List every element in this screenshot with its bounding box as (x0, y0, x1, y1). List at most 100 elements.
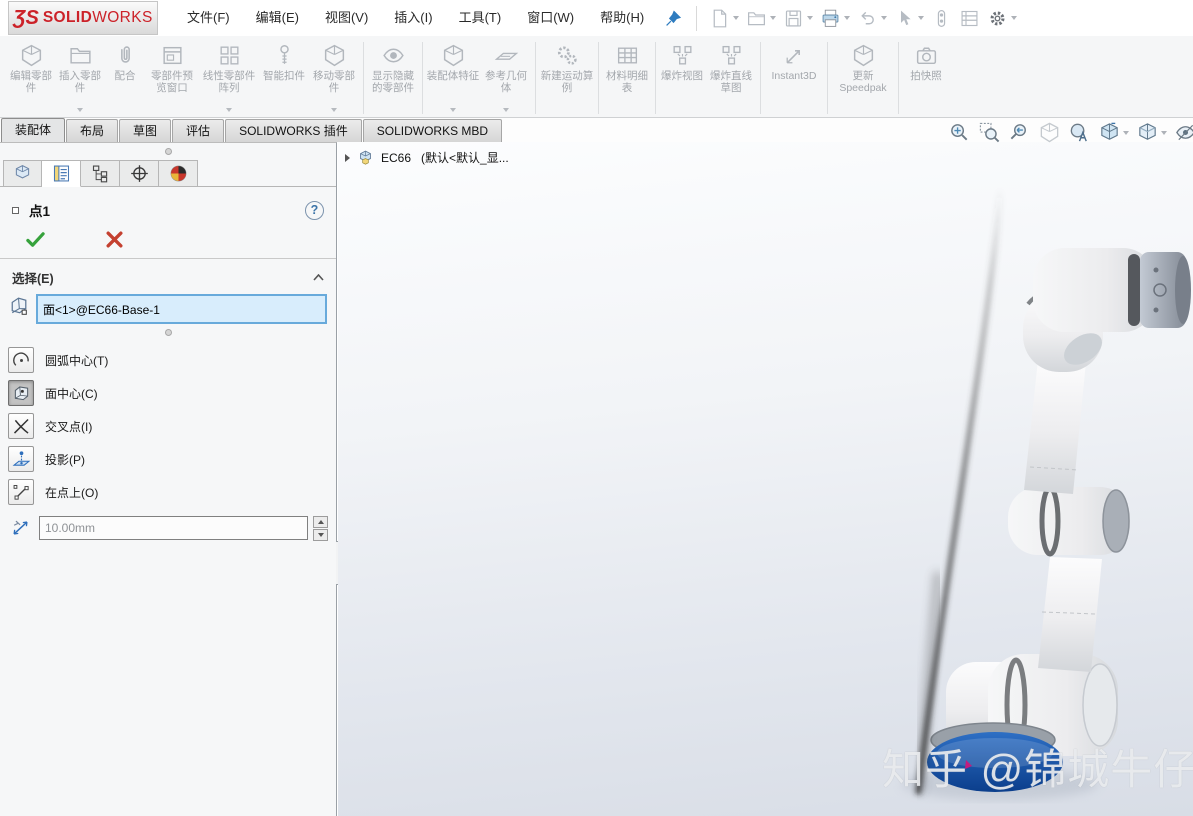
chevron-down-icon (331, 108, 337, 112)
robot-arm-model[interactable] (338, 142, 1193, 816)
featuremanager-tab[interactable] (3, 160, 42, 187)
cancel-button[interactable] (105, 230, 124, 249)
new-document-button[interactable] (709, 8, 740, 29)
selection-item[interactable]: 面<1>@EC66-Base-1 (43, 301, 160, 318)
menu-window[interactable]: 窗口(W) (514, 0, 587, 36)
view-orientation-button[interactable] (1098, 121, 1129, 144)
button-label: 爆炸直线草图 (710, 70, 752, 95)
menu-insert[interactable]: 插入(I) (381, 0, 445, 36)
button-label: 爆炸视图 (661, 70, 703, 82)
ok-button[interactable] (26, 230, 45, 249)
intersection-button[interactable] (8, 413, 34, 439)
assembly-document-icon (360, 150, 371, 165)
insert-component-button[interactable]: 插入零部件 (56, 39, 104, 117)
display-beachball-icon (170, 165, 186, 182)
tab-solidworks-mbd[interactable]: SOLIDWORKS MBD (362, 119, 503, 142)
instant3d-button[interactable]: Instant3D (764, 39, 824, 117)
edit-appearance-button[interactable] (1068, 121, 1091, 144)
select-button[interactable] (894, 8, 925, 29)
undo-button[interactable] (857, 8, 888, 29)
assembly-features-button[interactable]: 装配体特征 (426, 39, 480, 117)
explode-line-sketch-button[interactable]: 爆炸直线草图 (705, 39, 757, 117)
display-style-button[interactable] (1136, 121, 1167, 144)
save-button[interactable] (783, 8, 814, 29)
spinner-down-button[interactable] (313, 528, 328, 541)
component-preview-window-button[interactable]: 零部件预览窗口 (146, 39, 198, 117)
open-button[interactable] (746, 8, 777, 29)
dimxpertmanager-tab[interactable] (120, 160, 159, 187)
menu-edit[interactable]: 编辑(E) (243, 0, 312, 36)
spinner-up-button[interactable] (313, 515, 328, 528)
chevron-down-icon (77, 108, 83, 112)
tab-solidworks-addins[interactable]: SOLIDWORKS 插件 (225, 119, 362, 142)
forearm-link[interactable] (1024, 360, 1086, 494)
reference-geometry-button[interactable]: 参考几何体 (480, 39, 532, 117)
menu-file[interactable]: 文件(F) (174, 0, 243, 36)
panel-splitter-handle[interactable] (164, 148, 172, 155)
smart-fasteners-button[interactable]: 智能扣件 (260, 39, 308, 117)
show-hidden-components-button[interactable]: 显示隐藏的零部件 (367, 39, 419, 117)
options-button[interactable] (987, 8, 1018, 29)
update-speedpak-button[interactable]: 更新 Speedpak (831, 39, 895, 117)
option-label: 交叉点(I) (45, 419, 93, 434)
ribbon-group-divider (760, 42, 761, 114)
elbow-cap[interactable] (1102, 489, 1130, 553)
ribbon-group-divider (422, 42, 423, 114)
move-component-button[interactable]: 移动零部件 (308, 39, 360, 117)
option-row: 交叉点(I) (8, 413, 336, 439)
arc-center-button[interactable] (8, 347, 34, 373)
eye-icon (1176, 124, 1193, 141)
mate-button[interactable]: 配合 (104, 39, 146, 117)
chevron-down-icon (844, 16, 851, 20)
configurationmanager-tab[interactable] (81, 160, 120, 187)
pin-menu-icon[interactable] (665, 9, 682, 27)
tab-evaluate[interactable]: 评估 (172, 119, 225, 142)
chevron-down-icon (226, 108, 232, 112)
ribbon-group-divider (535, 42, 536, 114)
tab-sketch[interactable]: 草图 (119, 119, 172, 142)
section-view-button[interactable] (1038, 121, 1061, 144)
collapse-chevron-icon[interactable] (313, 274, 324, 281)
menu-tools[interactable]: 工具(T) (446, 0, 515, 36)
print-button[interactable] (820, 8, 851, 29)
linear-component-pattern-button[interactable]: 线性零部件阵列 (198, 39, 260, 117)
distance-row (0, 512, 336, 541)
flyout-feature-tree[interactable]: EC66 (默认<默认_显... (345, 149, 509, 166)
zoom-to-area-button[interactable] (978, 121, 1001, 144)
previous-view-button[interactable] (1008, 121, 1031, 144)
exploded-view-button[interactable]: 爆炸视图 (659, 39, 705, 117)
ribbon-group-divider (655, 42, 656, 114)
zoom-to-fit-button[interactable] (948, 121, 971, 144)
on-point-button[interactable] (8, 479, 34, 505)
property-manager-panel: 点1 ? 选择(E) 面<1>@EC66-Base-1 圆弧中心(T) 面中心(… (0, 142, 348, 816)
shoulder-cap[interactable] (1082, 663, 1118, 747)
displaymanager-tab[interactable] (159, 160, 198, 187)
expand-arrow-icon[interactable] (345, 153, 350, 162)
menu-help[interactable]: 帮助(H) (587, 0, 657, 36)
distance-input[interactable] (39, 516, 308, 540)
ribbon-group-divider (898, 42, 899, 114)
graphics-viewport[interactable]: EC66 (默认<默认_显... 知乎 @锦城牛仔 (338, 142, 1193, 816)
hide-show-items-button[interactable] (1174, 121, 1193, 144)
face-center-button[interactable] (8, 380, 34, 406)
new-motion-study-button[interactable]: 新建运动算例 (539, 39, 595, 117)
option-label: 面中心(C) (45, 386, 98, 401)
menu-view[interactable]: 视图(V) (312, 0, 381, 36)
listbox-resize-handle[interactable] (164, 329, 172, 336)
button-label: 配合 (114, 70, 136, 82)
propertymanager-tab[interactable] (42, 160, 81, 187)
tab-layout[interactable]: 布局 (66, 119, 119, 142)
projection-button[interactable] (8, 446, 34, 472)
task-list-button[interactable] (959, 8, 980, 29)
selection-group-header[interactable]: 选择(E) (0, 259, 336, 294)
bill-of-materials-button[interactable]: 材料明细表 (602, 39, 652, 117)
selection-listbox[interactable]: 面<1>@EC66-Base-1 (36, 294, 327, 324)
take-snapshot-button[interactable]: 拍快照 (902, 39, 950, 117)
help-button[interactable]: ? (305, 200, 324, 220)
toggle-capsule-button[interactable] (931, 8, 952, 29)
main-menu: 文件(F) 编辑(E) 视图(V) 插入(I) 工具(T) 窗口(W) 帮助(H… (174, 0, 657, 36)
edit-component-button[interactable]: 编辑零部件 (6, 39, 56, 117)
tab-assembly[interactable]: 装配体 (1, 118, 66, 142)
lower-arm-link[interactable] (1038, 557, 1102, 672)
button-label: 更新 Speedpak (839, 70, 887, 95)
